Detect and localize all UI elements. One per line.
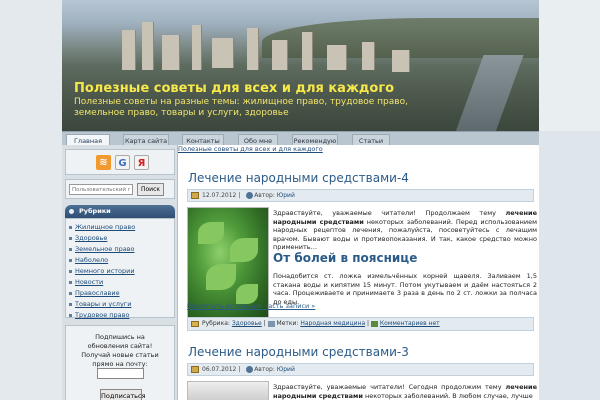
site-title[interactable]: Полезные советы для всех и для каждого <box>74 81 394 96</box>
post-meta: 12.07.2012 | Автор: Юрий <box>187 189 534 202</box>
site-description: Полезные советы на разные темы: жилищное… <box>74 97 408 118</box>
search-button[interactable]: Поиск <box>137 183 164 196</box>
header-building <box>302 32 313 70</box>
rubric-link[interactable]: Товары и услуги <box>66 299 174 310</box>
bullet-icon <box>69 209 74 214</box>
post-title[interactable]: Лечение народными средствами-4 <box>188 171 409 185</box>
post-intro: Здравствуйте, уважаемые читатели! Сегодн… <box>273 383 537 400</box>
page-background-left <box>0 0 62 400</box>
rubric-link[interactable]: Немного истории <box>66 266 174 277</box>
header-building <box>392 50 410 72</box>
main-nav: Главная Карта сайта Контакты Обо мне Рек… <box>62 131 539 146</box>
post-body: Понадобится ст. ложка измельчённых корне… <box>273 272 537 306</box>
header-road <box>454 55 524 131</box>
header-building <box>362 42 375 70</box>
header-building <box>272 40 288 70</box>
author-label: Автор: <box>254 366 275 373</box>
comments-link[interactable]: Комментариев нет <box>380 320 440 327</box>
subscribe-icons: ≋ G Я <box>65 149 175 175</box>
rubric-link[interactable]: Жилищное право <box>66 222 174 233</box>
header-building <box>162 35 180 70</box>
tag-link[interactable]: Народная медицина <box>300 320 365 327</box>
author-icon <box>246 366 253 373</box>
post-image <box>187 381 269 400</box>
header-building <box>122 30 136 70</box>
author-icon <box>246 192 253 199</box>
author-link[interactable]: Юрий <box>277 366 295 373</box>
header-banner: Полезные советы для всех и для каждого П… <box>62 0 539 131</box>
leaf-shape <box>206 264 236 290</box>
rubric-link[interactable]: Здоровье <box>232 320 262 327</box>
google-icon[interactable]: G <box>115 155 130 170</box>
post-meta: 06.07.2012 | Автор: Юрий <box>187 363 534 376</box>
tag-icon <box>267 320 275 327</box>
post-footer-meta: Рубрика: Здоровье | Метки: Народная меди… <box>187 317 534 331</box>
comment-icon <box>370 320 378 327</box>
header-building <box>212 38 234 68</box>
sidebar: ≋ G Я Поиск Рубрики Жилищное право Здоро… <box>62 145 178 400</box>
rubric-link[interactable]: Православие <box>66 288 174 299</box>
rubric-link[interactable]: Трудовое право <box>66 310 174 321</box>
subscribe-box: Подпишись на обновления сайта! Получай н… <box>65 325 175 400</box>
calendar-icon <box>191 192 199 199</box>
author-label: Автор: <box>254 192 275 199</box>
rubric-label: Рубрика: <box>202 320 230 327</box>
rubrics-list: Жилищное право Здоровье Земельное право … <box>65 218 175 321</box>
post-title[interactable]: Лечение народными средствами-3 <box>188 345 409 359</box>
rubric-link[interactable]: Земельное право <box>66 244 174 255</box>
read-more-link[interactable]: Прочитать остальную часть записи » <box>187 302 315 310</box>
rubrics-heading: Рубрики <box>65 205 175 218</box>
breadcrumb[interactable]: Полезные советы для всех и для каждого <box>178 145 323 153</box>
subscribe-email-input[interactable] <box>97 368 144 379</box>
author-link[interactable]: Юрий <box>277 192 295 199</box>
search-input[interactable] <box>69 184 133 195</box>
calendar-icon <box>191 366 199 373</box>
header-building <box>327 45 347 70</box>
post-date: 06.07.2012 <box>202 366 237 373</box>
leaf-shape <box>198 222 224 244</box>
rubric-link[interactable]: Новости <box>66 277 174 288</box>
header-building <box>142 22 154 70</box>
search-box: Поиск <box>65 179 175 199</box>
subscribe-button[interactable]: Подписаться <box>100 389 146 400</box>
tags-label: Метки: <box>276 320 299 327</box>
post-subtitle: От болей в пояснице <box>273 251 418 265</box>
main-content: Полезные советы для всех и для каждого Л… <box>178 145 539 400</box>
post-intro: Здравствуйте, уважаемые читатели! Продол… <box>273 209 537 251</box>
header-building <box>247 28 259 70</box>
post-date: 12.07.2012 <box>202 192 237 199</box>
rubric-link[interactable]: Наболело <box>66 255 174 266</box>
rubrics-title: Рубрики <box>79 207 111 215</box>
page-background-right <box>539 131 600 400</box>
leaf-shape <box>236 284 258 304</box>
rubric-link[interactable]: Здоровье <box>66 233 174 244</box>
folder-icon <box>191 321 199 327</box>
rss-icon[interactable]: ≋ <box>96 155 111 170</box>
yandex-icon[interactable]: Я <box>134 155 149 170</box>
subscribe-text: Подпишись на обновления сайта! Получай н… <box>81 333 159 368</box>
header-building <box>192 25 202 70</box>
leaf-shape <box>230 238 258 262</box>
